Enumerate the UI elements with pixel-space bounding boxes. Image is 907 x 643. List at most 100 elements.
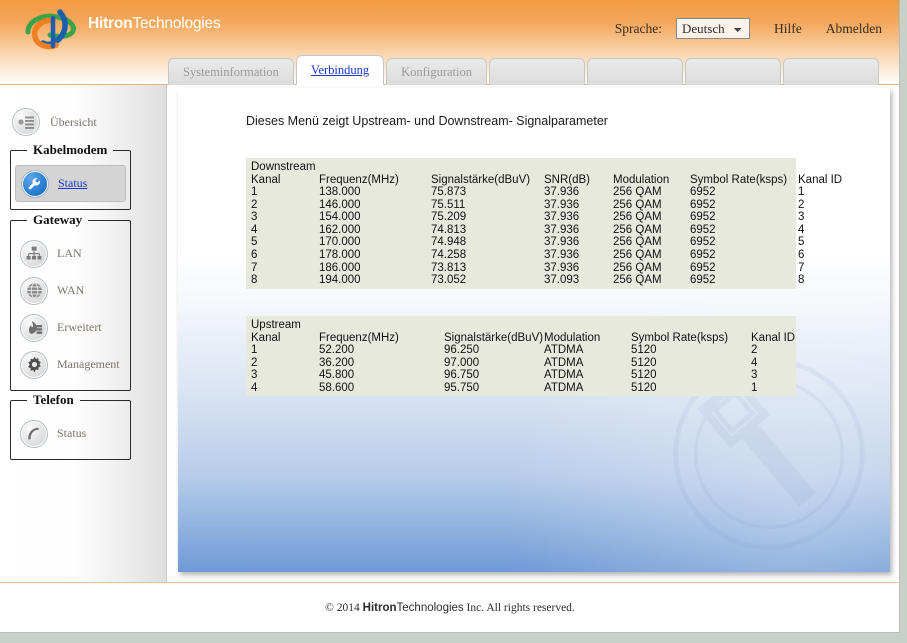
brand-bold: Hitron <box>88 15 133 32</box>
sidebar-item-kabelmodem-status[interactable]: Status <box>15 165 126 202</box>
table-row: 4 58.600 95.750 ATDMA 5120 1 <box>246 382 796 395</box>
tab-systeminformation[interactable]: Systeminformation <box>168 58 294 85</box>
footer-brand-rest: Technologies <box>396 602 464 614</box>
table-cell: 170.000 <box>319 236 361 249</box>
table-cell: 37.936 <box>544 186 580 199</box>
page-root: HitronTechnologies Sprache: DeutschEngli… <box>0 0 900 633</box>
table-row: 7 186.000 73.813 37.936 256 QAM 6952 7 <box>246 261 804 275</box>
page-description: Dieses Menü zeigt Upstream- und Downstre… <box>246 114 608 128</box>
footer-brand-bold: Hitron <box>362 602 397 614</box>
table-cell: 1 <box>751 381 758 394</box>
table-cell: 5120 <box>631 356 657 369</box>
globe-icon <box>20 276 48 305</box>
table-row: 8 194.000 73.052 37.093 256 QAM 6952 8 <box>246 274 804 287</box>
tab-label: Systeminformation <box>183 64 279 79</box>
column-header: Kanal <box>251 331 281 344</box>
column-header: SNR(dB) <box>544 173 591 186</box>
tab-empty-5[interactable] <box>684 58 781 85</box>
table-row: 3 45.800 96.750 ATDMA 5120 3 <box>246 369 796 382</box>
wrench-icon <box>21 169 49 198</box>
table-cell: 5120 <box>631 369 657 382</box>
table-cell: 6952 <box>690 249 716 262</box>
downstream-body: 1 138.000 75.873 37.936 256 QAM 6952 1 2 146.000… <box>246 186 805 287</box>
column-header: Symbol Rate(ksps) <box>690 173 788 186</box>
site-logo[interactable]: HitronTechnologies <box>20 6 221 54</box>
table-cell: 2 <box>251 198 258 211</box>
table-cell: 6952 <box>690 236 716 249</box>
table-cell: 256 QAM <box>613 236 662 249</box>
browser-viewport: HitronTechnologies Sprache: DeutschEngli… <box>0 0 907 643</box>
table-cell: 6952 <box>690 274 716 287</box>
footer-brand: HitronTechnologies <box>363 602 464 614</box>
table-cell: 5 <box>251 236 258 249</box>
list-menu-icon <box>12 108 40 136</box>
table-cell: 37.936 <box>544 261 580 274</box>
help-link[interactable]: Hilfe <box>774 21 802 37</box>
table-cell: 1 <box>251 344 258 357</box>
logout-link[interactable]: Abmelden <box>826 21 882 37</box>
sidebar-item-lan[interactable]: LAN <box>15 235 126 272</box>
table-row: 2 146.000 75.511 37.936 256 QAM 6952 2 <box>246 198 804 212</box>
downstream-caption: Downstream <box>251 161 316 173</box>
phone-handset-icon <box>20 419 48 448</box>
table-cell: 6952 <box>690 186 716 199</box>
tab-konfiguration[interactable]: Konfiguration <box>386 58 487 85</box>
table-cell: 146.000 <box>319 198 361 211</box>
table-cell: 37.936 <box>544 223 580 236</box>
table-cell: 58.600 <box>319 381 355 394</box>
table-header-row: Kanal Frequenz(MHz) Signalstärke(dBuV) SNR(… <box>246 173 842 187</box>
column-header: Kanal ID <box>751 331 796 344</box>
column-header: Signalstärke(dBuV) <box>431 173 531 186</box>
table-cell: 5 <box>798 236 805 249</box>
table-cell: 95.750 <box>444 381 480 394</box>
sidebar-group-title: Kabelmodem <box>33 142 108 157</box>
language-select[interactable]: DeutschEnglish <box>676 18 750 39</box>
table-cell: 256 QAM <box>613 249 662 262</box>
upstream-grid: Kanal Frequenz(MHz) Signalstärke(dBuV) Modu… <box>246 332 796 395</box>
upstream-caption: Upstream <box>251 319 301 331</box>
header-controls: Sprache: DeutschEnglish Hilfe Abmelden <box>615 18 882 39</box>
table-cell: 37.093 <box>544 274 580 287</box>
tab-empty-3[interactable] <box>488 58 585 85</box>
table-cell: 6952 <box>690 223 716 236</box>
tab-verbindung[interactable]: Verbindung <box>295 55 385 85</box>
table-cell: 3 <box>251 369 258 382</box>
language-label: Sprache: <box>614 20 662 36</box>
column-header: Kanal <box>251 173 281 186</box>
sidebar-item-telefon-status[interactable]: Status <box>15 415 126 452</box>
table-cell: 256 QAM <box>613 211 662 224</box>
hitron-logo-icon <box>25 9 76 50</box>
sidebar-item-label: Status <box>58 176 88 190</box>
tab-empty-6[interactable] <box>782 58 879 85</box>
sidebar-item-label: Übersicht <box>50 114 97 129</box>
table-cell: 97.000 <box>444 356 480 369</box>
table-cell: ATDMA <box>544 381 584 394</box>
sidebar-item-label: WAN <box>57 283 85 297</box>
tab-empty-4[interactable] <box>586 58 683 85</box>
firewall-flame-icon <box>20 313 48 342</box>
brand-wordmark: HitronTechnologies <box>88 15 221 33</box>
sidebar-item-label: Management <box>57 357 120 371</box>
table-cell: 75.873 <box>431 186 467 199</box>
table-cell: 74.813 <box>431 223 467 236</box>
sidebar-item-uebersicht[interactable]: Übersicht <box>12 108 97 136</box>
sidebar-item-erweitert[interactable]: Erweitert <box>15 309 126 346</box>
sidebar-group-gateway: Gateway LAN WAN Erweitert Management <box>10 212 131 391</box>
table-cell: ATDMA <box>544 356 584 369</box>
table-cell: 4 <box>251 381 258 394</box>
table-cell: 178.000 <box>319 249 361 262</box>
table-cell: ATDMA <box>544 344 584 357</box>
table-cell: 162.000 <box>319 223 361 236</box>
copyright-suffix: Inc. All rights reserved. <box>463 602 575 614</box>
table-cell: 256 QAM <box>613 198 662 211</box>
table-cell: 8 <box>251 274 258 287</box>
upstream-body: 1 52.200 96.250 ATDMA 5120 2 2 36.200 97.000 ATDM… <box>246 344 796 394</box>
table-cell: 37.936 <box>544 211 580 224</box>
table-cell: 3 <box>798 211 805 224</box>
table-cell: 4 <box>798 223 805 236</box>
sidebar-item-wan[interactable]: WAN <box>15 272 126 309</box>
table-cell: 3 <box>251 211 258 224</box>
table-cell: 3 <box>751 369 758 382</box>
sidebar-item-management[interactable]: Management <box>15 346 126 383</box>
downstream-table: Downstream Kanal Frequenz(MHz) Signalstärk… <box>246 158 842 289</box>
